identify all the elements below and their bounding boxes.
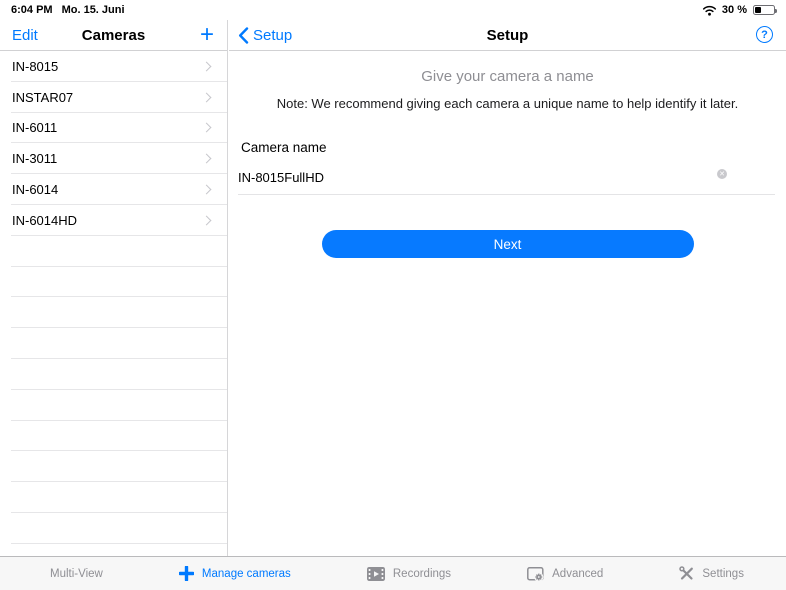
tab-multi-view[interactable]: Multi-View: [42, 568, 103, 580]
empty-list-row: [0, 297, 227, 328]
chevron-right-icon: [202, 92, 212, 102]
tab-settings[interactable]: Settings: [679, 566, 744, 581]
empty-list-row: [0, 267, 227, 298]
chevron-left-icon: [238, 27, 249, 44]
setup-panel: Setup Setup ? Give your camera a name No…: [229, 20, 786, 556]
empty-list-row: [0, 390, 227, 421]
empty-list-row: [0, 359, 227, 390]
camera-row-in-6014[interactable]: IN-6014: [0, 174, 227, 205]
status-bar: 6:04 PM Mo. 15. Juni 30 %: [0, 0, 786, 20]
add-camera-button[interactable]: +: [200, 25, 214, 45]
help-button[interactable]: ?: [756, 26, 773, 43]
content-heading: Give your camera a name: [229, 68, 786, 85]
tab-bar: Multi-View Manage cameras Recordings: [0, 556, 786, 590]
chevron-right-icon: [202, 215, 212, 225]
chevron-right-icon: [202, 61, 212, 71]
camera-name-value: IN-8015FullHD: [238, 170, 324, 185]
camera-row-in-6014hd[interactable]: IN-6014HD: [0, 205, 227, 236]
tab-label: Settings: [702, 568, 744, 580]
battery-icon: [753, 5, 775, 15]
camera-row-instar07[interactable]: INSTAR07: [0, 82, 227, 113]
empty-list-row: [0, 236, 227, 267]
camera-sidebar: Edit Cameras + IN-8015 INSTAR07 IN-6011 …: [0, 20, 228, 556]
empty-list-row: [0, 328, 227, 359]
setup-content: Give your camera a name Note: We recomme…: [229, 51, 786, 258]
tab-label: Advanced: [552, 568, 603, 580]
setup-header: Setup Setup ?: [229, 20, 786, 51]
empty-list-row: [0, 482, 227, 513]
film-icon: [367, 567, 385, 581]
sidebar-title: Cameras: [82, 27, 145, 44]
status-date: Mo. 15. Juni: [62, 4, 125, 16]
tab-recordings[interactable]: Recordings: [367, 567, 451, 581]
empty-list-row: [0, 421, 227, 452]
battery-fill: [755, 7, 761, 13]
camera-name: IN-3011: [12, 151, 57, 166]
camera-name: INSTAR07: [12, 90, 73, 105]
camera-name: IN-6014: [12, 182, 58, 197]
battery-percent: 30 %: [722, 4, 747, 16]
plus-icon: [179, 566, 194, 581]
sidebar-header: Edit Cameras +: [0, 20, 227, 51]
chevron-right-icon: [202, 123, 212, 133]
edit-button[interactable]: Edit: [12, 27, 38, 44]
empty-list-row: [0, 451, 227, 482]
camera-list: IN-8015 INSTAR07 IN-6011 IN-3011 IN-6014…: [0, 51, 227, 556]
chevron-right-icon: [202, 154, 212, 164]
back-button[interactable]: Setup: [238, 20, 292, 51]
wifi-icon: [702, 5, 717, 16]
camera-name-label: Camera name: [241, 140, 786, 155]
chevron-right-icon: [202, 185, 212, 195]
back-button-label: Setup: [253, 27, 292, 44]
window-gear-icon: [527, 567, 544, 581]
empty-list-row: [0, 513, 227, 544]
camera-row-in-8015[interactable]: IN-8015: [0, 51, 227, 82]
status-time: 6:04 PM: [11, 4, 53, 16]
camera-name: IN-6014HD: [12, 213, 77, 228]
next-button[interactable]: Next: [322, 230, 694, 258]
tools-icon: [679, 566, 694, 581]
clear-input-icon[interactable]: ✕: [717, 169, 727, 179]
camera-name: IN-6011: [12, 120, 57, 135]
tab-label: Multi-View: [50, 568, 103, 580]
battery-cap: [775, 9, 777, 13]
tab-manage-cameras[interactable]: Manage cameras: [179, 566, 291, 581]
content-note: Note: We recommend giving each camera a …: [229, 96, 786, 111]
empty-list-row: [0, 544, 227, 556]
camera-name-input[interactable]: IN-8015FullHD ✕: [238, 164, 775, 195]
page-title: Setup: [487, 27, 529, 44]
camera-row-in-3011[interactable]: IN-3011: [0, 143, 227, 174]
tab-label: Recordings: [393, 568, 451, 580]
tab-advanced[interactable]: Advanced: [527, 567, 603, 581]
tab-label: Manage cameras: [202, 568, 291, 580]
camera-row-in-6011[interactable]: IN-6011: [0, 113, 227, 144]
camera-name: IN-8015: [12, 59, 58, 74]
